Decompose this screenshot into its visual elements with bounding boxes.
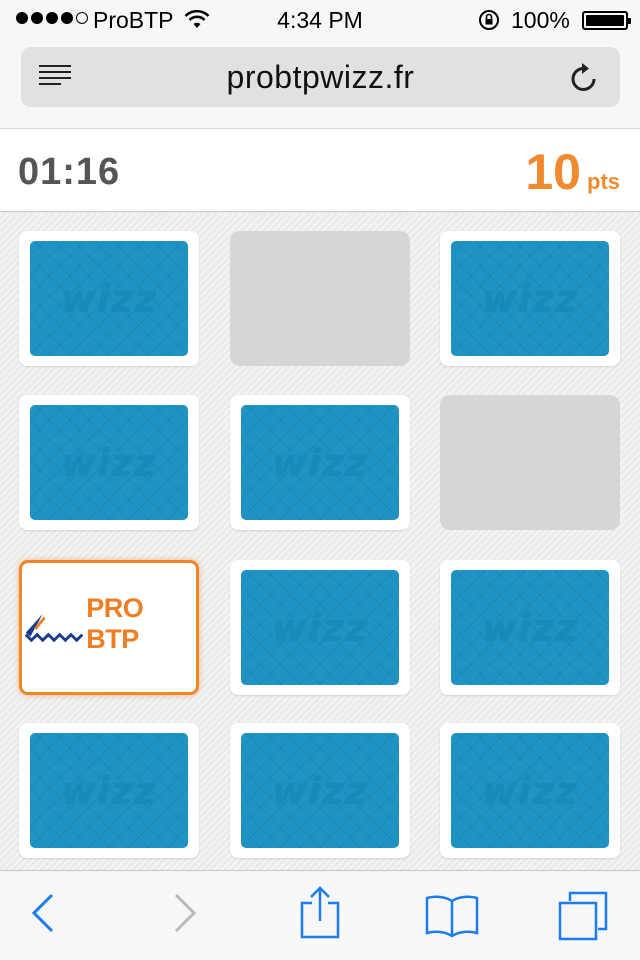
score-unit: pts xyxy=(587,169,620,194)
card-back[interactable]: wizz xyxy=(440,723,620,858)
card-back-label: wizz xyxy=(271,768,369,813)
forward-icon xyxy=(174,893,197,933)
game-header: 01:16 10 pts xyxy=(0,128,640,212)
card-back-label: wizz xyxy=(60,276,158,321)
revealed-card-label: PRO BTP xyxy=(86,592,144,654)
score-value: 10 xyxy=(525,144,581,200)
revealed-card[interactable]: PRO BTP xyxy=(19,560,199,695)
card-back[interactable]: wizz xyxy=(440,231,620,366)
url-text[interactable]: probtpwizz.fr xyxy=(21,59,620,96)
card-back-label: wizz xyxy=(60,768,158,813)
card-back-label: wizz xyxy=(271,440,369,485)
card-back-label: wizz xyxy=(271,605,369,650)
card-back[interactable]: wizz xyxy=(440,560,620,695)
matched-card-slot xyxy=(230,231,410,366)
battery-percentage: 100% xyxy=(511,7,570,33)
score: 10 pts xyxy=(525,143,620,201)
card-back[interactable]: wizz xyxy=(230,723,410,858)
card-back[interactable]: wizz xyxy=(19,231,199,366)
probtp-logo: PRO BTP xyxy=(22,593,196,655)
bookmarks-icon[interactable] xyxy=(424,893,480,939)
card-back-label: wizz xyxy=(481,276,579,321)
reload-icon[interactable] xyxy=(569,61,599,93)
card-back-label: wizz xyxy=(60,440,158,485)
battery-icon xyxy=(582,11,631,30)
timer: 01:16 xyxy=(18,151,121,193)
card-back[interactable]: wizz xyxy=(230,560,410,695)
tabs-icon[interactable] xyxy=(556,889,610,943)
card-back-label: wizz xyxy=(481,605,579,650)
matched-card-slot xyxy=(440,395,620,530)
card-back[interactable]: wizz xyxy=(230,395,410,530)
back-icon[interactable] xyxy=(28,891,58,935)
probtp-logo-icon xyxy=(24,613,84,642)
share-icon[interactable] xyxy=(298,885,342,941)
address-bar[interactable]: probtpwizz.fr xyxy=(21,47,620,107)
card-back[interactable]: wizz xyxy=(19,723,199,858)
card-back[interactable]: wizz xyxy=(19,395,199,530)
status-bar: ProBTP 4:34 PM 100% xyxy=(0,0,640,40)
game-board: wizz wizz wizz wizz PRO BTP wizz wizz wi… xyxy=(0,213,640,870)
card-back-label: wizz xyxy=(481,768,579,813)
rotation-lock-icon xyxy=(479,10,499,30)
browser-toolbar xyxy=(0,870,640,960)
